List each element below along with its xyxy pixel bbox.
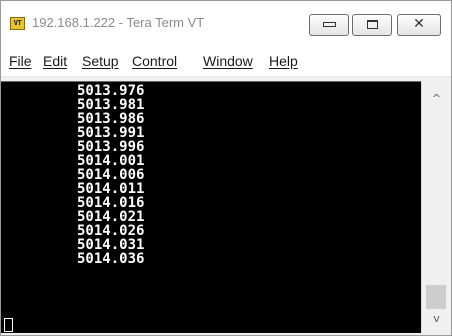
menu-setup[interactable]: Setup xyxy=(82,53,119,69)
menu-bar: File Edit Setup Control Window Help xyxy=(1,47,451,77)
terminal-screen[interactable]: 5013.976 5013.981 5013.986 5013.991 5013… xyxy=(1,81,421,333)
terminal-cursor xyxy=(4,318,13,332)
scroll-up-arrow-icon[interactable]: ^ xyxy=(422,89,451,109)
minimize-icon xyxy=(323,22,336,27)
tera-term-window: VT 192.168.1.222 - Tera Term VT ✕ File E… xyxy=(0,0,452,336)
vertical-scrollbar[interactable]: ^ v xyxy=(421,81,451,333)
menu-control[interactable]: Control xyxy=(132,53,177,69)
scrollbar-thumb[interactable] xyxy=(426,285,446,309)
menu-file[interactable]: File xyxy=(9,53,32,69)
window-title: 192.168.1.222 - Tera Term VT xyxy=(32,15,205,30)
scroll-down-arrow-icon[interactable]: v xyxy=(422,309,451,329)
maximize-icon xyxy=(367,20,378,29)
app-icon[interactable]: VT xyxy=(10,17,25,30)
minimize-button[interactable] xyxy=(309,14,349,36)
menu-window[interactable]: Window xyxy=(203,53,253,69)
menu-help[interactable]: Help xyxy=(269,53,298,69)
maximize-button[interactable] xyxy=(352,14,392,36)
title-bar[interactable]: VT 192.168.1.222 - Tera Term VT ✕ xyxy=(1,1,451,47)
close-button[interactable]: ✕ xyxy=(397,14,441,36)
terminal-line: 5014.036 xyxy=(77,251,145,267)
menu-edit[interactable]: Edit xyxy=(43,53,67,69)
close-icon: ✕ xyxy=(413,16,425,32)
